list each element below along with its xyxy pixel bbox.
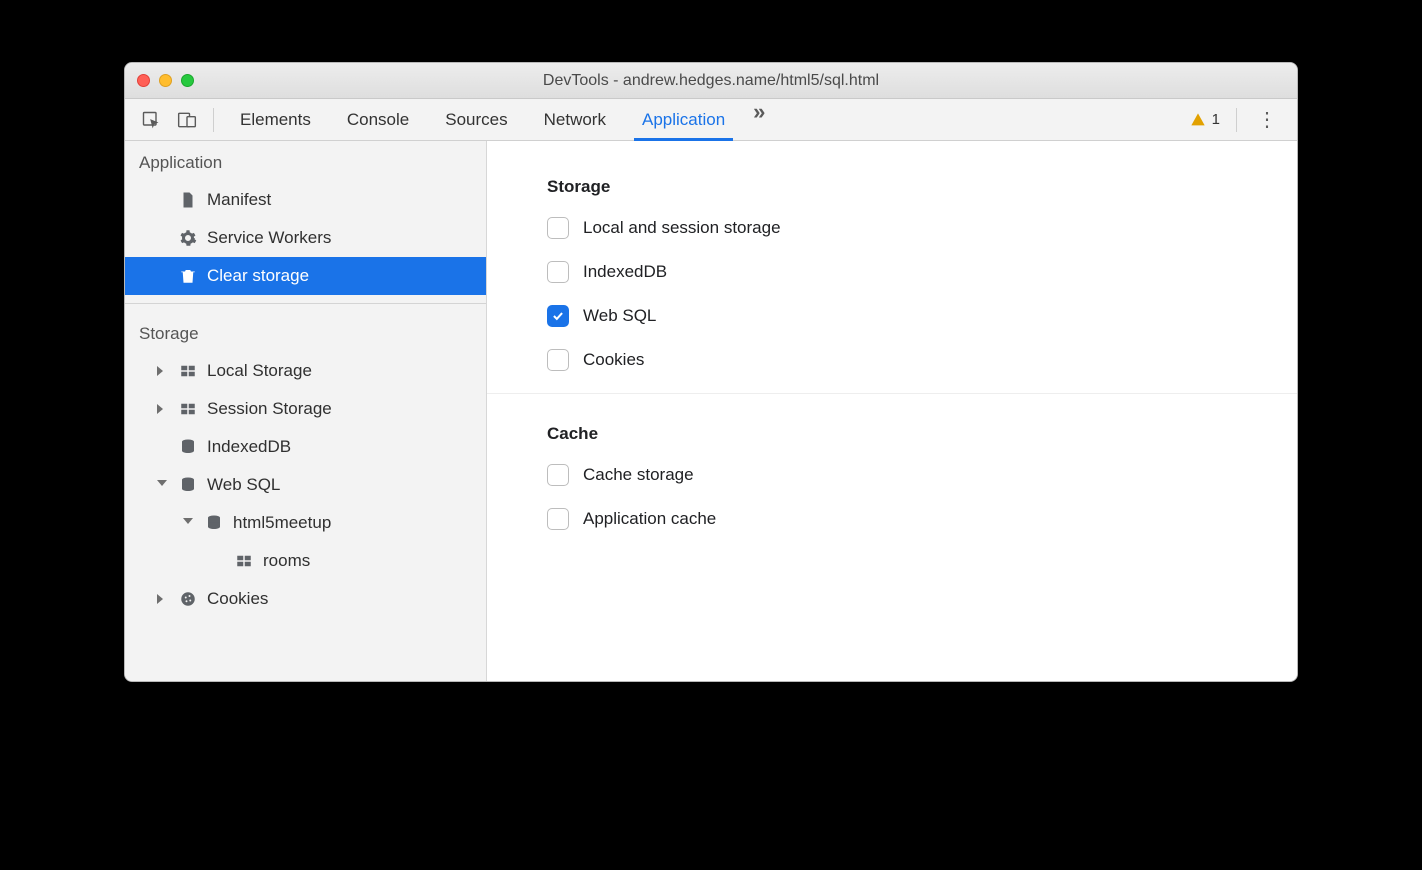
sidebar-item-label: Service Workers [207,228,331,248]
disclosure-triangle-icon[interactable] [157,480,167,491]
option-cookies[interactable]: Cookies [547,349,1297,371]
checkbox-checked[interactable] [547,305,569,327]
traffic-lights [137,74,194,87]
device-toolbar-button[interactable] [169,106,205,134]
sidebar-item-label: html5meetup [233,513,331,533]
sidebar-item-label: Clear storage [207,266,309,286]
sidebar-divider [125,303,486,304]
option-web-sql[interactable]: Web SQL [547,305,1297,327]
check-icon [551,309,565,323]
database-icon [179,476,197,494]
sidebar-item-service-workers[interactable]: Service Workers [125,219,486,257]
option-label: Cache storage [583,465,694,485]
checkbox[interactable] [547,349,569,371]
clear-storage-panel: Storage Local and session storage Indexe… [487,141,1297,530]
titlebar: DevTools - andrew.hedges.name/html5/sql.… [125,63,1297,99]
tab-console[interactable]: Console [329,99,427,140]
body: Application Manifest Service Workers Cle… [125,141,1297,681]
disclosure-triangle-icon[interactable] [183,518,193,529]
table-icon [179,400,197,418]
maximize-window-button[interactable] [181,74,194,87]
close-window-button[interactable] [137,74,150,87]
sidebar-item-session-storage[interactable]: Session Storage [125,390,486,428]
database-icon [205,514,223,532]
checkbox[interactable] [547,464,569,486]
option-local-session-storage[interactable]: Local and session storage [547,217,1297,239]
table-icon [235,552,253,570]
devtools-window: DevTools - andrew.hedges.name/html5/sql.… [124,62,1298,682]
sidebar-item-websql-db[interactable]: html5meetup [125,504,486,542]
option-label: Local and session storage [583,218,781,238]
checkbox[interactable] [547,217,569,239]
main-panel: Storage Local and session storage Indexe… [487,141,1297,681]
warning-icon [1190,112,1206,128]
sidebar-item-label: Manifest [207,190,271,210]
sidebar-item-label: Session Storage [207,399,332,419]
warnings-count: 1 [1212,111,1220,128]
document-icon [179,191,197,209]
checkbox[interactable] [547,508,569,530]
sidebar-item-web-sql[interactable]: Web SQL [125,466,486,504]
more-tabs-button[interactable]: » [743,99,775,140]
sidebar-item-label: IndexedDB [207,437,291,457]
checkbox[interactable] [547,261,569,283]
option-cache-storage[interactable]: Cache storage [547,464,1297,486]
minimize-window-button[interactable] [159,74,172,87]
sidebar-item-clear-storage[interactable]: Clear storage [125,257,486,295]
toolbar-divider [213,108,214,132]
sidebar: Application Manifest Service Workers Cle… [125,141,487,681]
cookie-icon [179,590,197,608]
disclosure-triangle-icon[interactable] [157,366,163,376]
sidebar-item-cookies[interactable]: Cookies [125,580,486,618]
option-application-cache[interactable]: Application cache [547,508,1297,530]
disclosure-triangle-icon[interactable] [157,404,163,414]
section-application: Application [125,141,486,181]
settings-menu-button[interactable]: ⋮ [1245,103,1289,136]
inspect-element-button[interactable] [133,106,169,134]
section-storage: Storage [125,312,486,352]
option-label: IndexedDB [583,262,667,282]
sidebar-item-label: Cookies [207,589,268,609]
disclosure-triangle-icon[interactable] [157,594,163,604]
group-cache-title: Cache [547,424,1297,444]
database-icon [179,438,197,456]
tab-network[interactable]: Network [526,99,624,140]
panel-divider [487,393,1297,394]
tab-bar: Elements Console Sources Network Applica… [222,99,775,140]
sidebar-item-label: rooms [263,551,310,571]
sidebar-item-label: Web SQL [207,475,280,495]
gear-icon [179,229,197,247]
group-storage-title: Storage [547,177,1297,197]
sidebar-item-websql-table[interactable]: rooms [125,542,486,580]
option-label: Application cache [583,509,716,529]
sidebar-item-local-storage[interactable]: Local Storage [125,352,486,390]
toolbar-divider-right [1236,108,1237,132]
option-label: Cookies [583,350,644,370]
warnings-indicator[interactable]: 1 [1190,111,1228,128]
tab-sources[interactable]: Sources [427,99,525,140]
sidebar-item-indexed-db[interactable]: IndexedDB [125,428,486,466]
tab-elements[interactable]: Elements [222,99,329,140]
trash-icon [179,267,197,285]
sidebar-item-manifest[interactable]: Manifest [125,181,486,219]
toolbar: Elements Console Sources Network Applica… [125,99,1297,141]
tab-application[interactable]: Application [624,99,743,140]
option-label: Web SQL [583,306,656,326]
table-icon [179,362,197,380]
option-indexed-db[interactable]: IndexedDB [547,261,1297,283]
sidebar-item-label: Local Storage [207,361,312,381]
window-title: DevTools - andrew.hedges.name/html5/sql.… [125,72,1297,90]
